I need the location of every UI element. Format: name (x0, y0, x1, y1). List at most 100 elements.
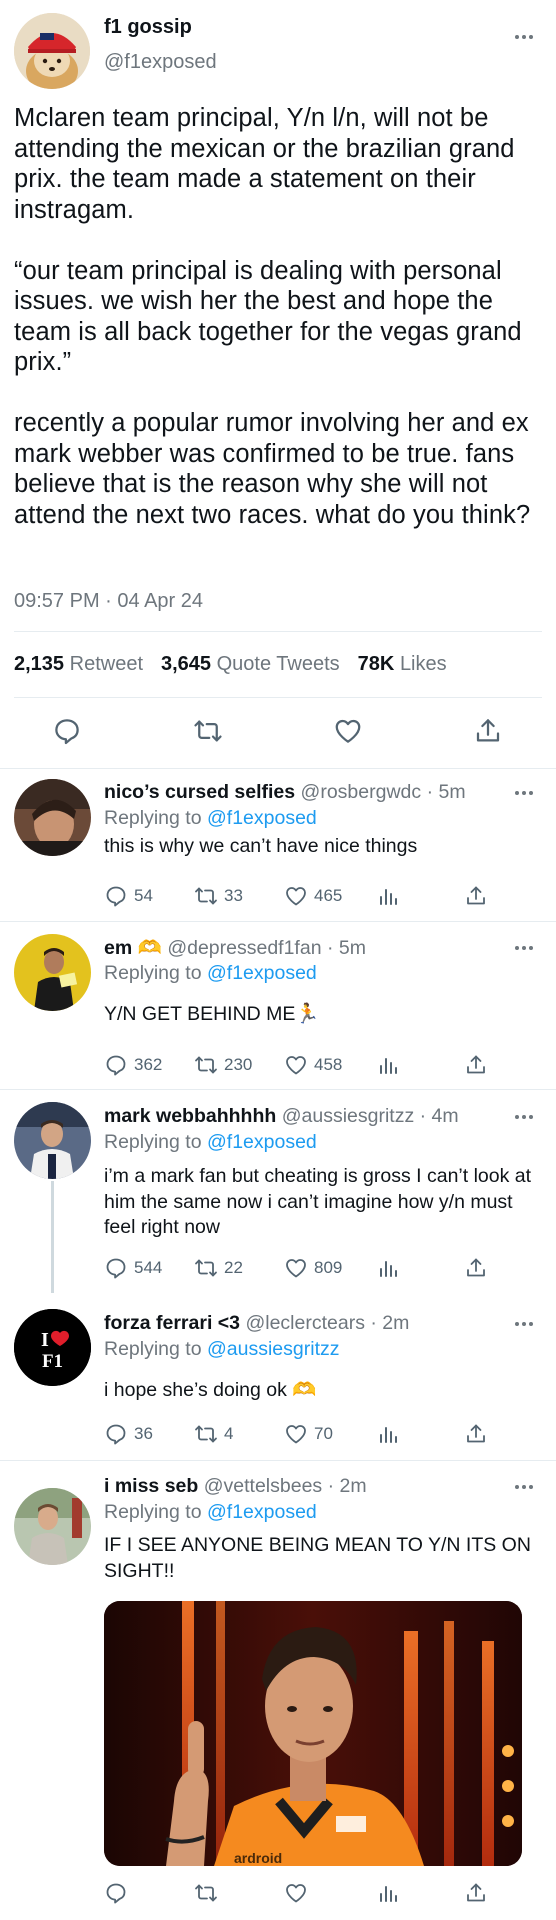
tweet-text: Mclaren team principal, Y/n l/n, will no… (14, 104, 531, 529)
tweet-stats: 2,135 Retweet 3,645 Quote Tweets 78K Lik… (14, 653, 447, 676)
retweet-icon (195, 887, 217, 905)
attached-media-image[interactable]: ardroid (104, 1601, 522, 1866)
replying-to: Replying to @f1exposed (104, 962, 317, 984)
avatar-letter: I (41, 1329, 49, 1351)
like-button[interactable]: 809 (284, 1256, 342, 1280)
retweet-button[interactable]: 22 (194, 1256, 243, 1280)
analytics-bars-icon (380, 1886, 397, 1902)
heart-icon (286, 1259, 306, 1278)
reply-tweet[interactable]: em 🫶 @depressedf1fan · 5m Replying to @f… (0, 922, 556, 1089)
reply-author-handle[interactable]: @depressedf1fan (167, 937, 321, 959)
author-avatar[interactable] (14, 13, 90, 89)
avatar[interactable]: I F1 (14, 1309, 91, 1386)
reply-author-name[interactable]: em 🫶 (104, 937, 162, 959)
avatar[interactable] (14, 1102, 91, 1179)
media-sponsor-text: ardroid (234, 1850, 282, 1866)
reply-tweet[interactable]: nico’s cursed selfies @rosbergwdc · 5m R… (0, 769, 556, 921)
reply-action-bar: 54 33 465 (104, 884, 524, 914)
reply-author-name[interactable]: nico’s cursed selfies (104, 781, 295, 803)
speech-bubble-icon (106, 1258, 126, 1279)
more-dots-icon[interactable] (515, 946, 533, 950)
replying-to-handle[interactable]: @f1exposed (207, 1131, 317, 1153)
reply-button[interactable]: 544 (104, 1256, 162, 1280)
reply-text: i’m a mark fan but cheating is gross I c… (104, 1165, 537, 1238)
analytics-button[interactable] (376, 1881, 400, 1905)
heart-icon (286, 1884, 306, 1903)
author-name[interactable]: f1 gossip (104, 16, 192, 39)
reply-tweet[interactable]: i miss seb @vettelsbees · 2m Replying to… (0, 1461, 556, 1920)
like-button[interactable] (284, 1881, 314, 1905)
reply-tweet[interactable]: mark webbahhhhh @aussiesgritzz · 4m Repl… (0, 1090, 556, 1292)
analytics-bars-icon (380, 889, 397, 905)
reply-button[interactable] (104, 1881, 134, 1905)
reply-button[interactable]: 36 (104, 1422, 153, 1446)
share-upload-icon[interactable] (473, 716, 503, 746)
speech-bubble-icon (106, 1424, 126, 1445)
share-button[interactable] (464, 1881, 488, 1905)
more-dots-icon[interactable] (515, 1115, 533, 1119)
more-dots-icon[interactable] (515, 35, 533, 39)
retweet-button[interactable]: 33 (194, 884, 243, 908)
avatar[interactable] (14, 1488, 91, 1565)
avatar[interactable] (14, 779, 91, 856)
author-handle[interactable]: @f1exposed (104, 51, 217, 74)
more-dots-icon[interactable] (515, 1485, 533, 1489)
analytics-button[interactable] (376, 1256, 400, 1280)
more-dots-icon[interactable] (515, 791, 533, 795)
speech-bubble-icon[interactable] (52, 716, 82, 746)
retweet-count-link[interactable]: 2,135 Retweet (14, 653, 143, 676)
like-button[interactable]: 70 (284, 1422, 333, 1446)
analytics-button[interactable] (376, 1053, 400, 1077)
reply-author-handle[interactable]: @vettelsbees (204, 1475, 322, 1497)
share-button[interactable] (464, 1256, 488, 1280)
reply-button[interactable]: 54 (104, 884, 153, 908)
analytics-button[interactable] (376, 1422, 400, 1446)
avatar[interactable] (14, 934, 91, 1011)
reply-author-name[interactable]: forza ferrari <3 (104, 1312, 240, 1334)
share-upload-icon (467, 1258, 485, 1277)
like-count-link[interactable]: 78K Likes (358, 653, 447, 676)
retweet-icon (195, 1056, 217, 1074)
reply-time: · 4m (419, 1105, 459, 1127)
replying-to-handle[interactable]: @f1exposed (207, 962, 317, 984)
reply-author-name[interactable]: mark webbahhhhh (104, 1105, 276, 1127)
replying-to-handle[interactable]: @f1exposed (207, 807, 317, 829)
replying-to-handle[interactable]: @f1exposed (207, 1501, 317, 1523)
reply-tweet[interactable]: I F1 forza ferrari <3 @leclerctears · 2m… (0, 1293, 556, 1460)
like-button[interactable]: 458 (284, 1053, 342, 1077)
analytics-button[interactable] (376, 884, 400, 908)
reply-action-bar: 362 230 458 (104, 1053, 524, 1083)
retweet-icon (195, 1884, 217, 1902)
reply-button[interactable]: 362 (104, 1053, 162, 1077)
retweet-button[interactable]: 4 (194, 1422, 233, 1446)
reply-time: · 2m (370, 1312, 410, 1334)
replying-to-handle[interactable]: @aussiesgritzz (207, 1338, 340, 1360)
share-button[interactable] (464, 1053, 488, 1077)
tweet-timestamp[interactable]: 09:57 PM · 04 Apr 24 (14, 590, 203, 613)
heart-icon[interactable] (333, 716, 363, 746)
share-button[interactable] (464, 884, 488, 908)
quote-count-link[interactable]: 3,645 Quote Tweets (161, 653, 340, 676)
heart-icon (286, 1425, 306, 1444)
more-dots-icon[interactable] (515, 1322, 533, 1326)
separator (14, 697, 542, 698)
retweet-button[interactable] (194, 1881, 224, 1905)
retweet-button[interactable]: 230 (194, 1053, 252, 1077)
share-button[interactable] (464, 1422, 488, 1446)
tweet-action-bar (0, 712, 556, 760)
reply-author-name[interactable]: i miss seb (104, 1475, 198, 1497)
reply-author-handle[interactable]: @rosbergwdc (301, 781, 422, 803)
retweet-icon[interactable] (193, 716, 223, 746)
reply-text: i hope she’s doing ok 🫶 (104, 1379, 317, 1401)
reply-author-handle[interactable]: @aussiesgritzz (282, 1105, 415, 1127)
like-button[interactable]: 465 (284, 884, 342, 908)
reply-author-handle[interactable]: @leclerctears (245, 1312, 365, 1334)
replying-to: Replying to @f1exposed (104, 1131, 317, 1153)
separator (14, 631, 542, 632)
analytics-bars-icon (380, 1427, 397, 1443)
avatar-f1-text: F1 (42, 1351, 63, 1372)
share-upload-icon (467, 1424, 485, 1443)
share-upload-icon (467, 1055, 485, 1074)
speech-bubble-icon (106, 1055, 126, 1076)
analytics-bars-icon (380, 1261, 397, 1277)
